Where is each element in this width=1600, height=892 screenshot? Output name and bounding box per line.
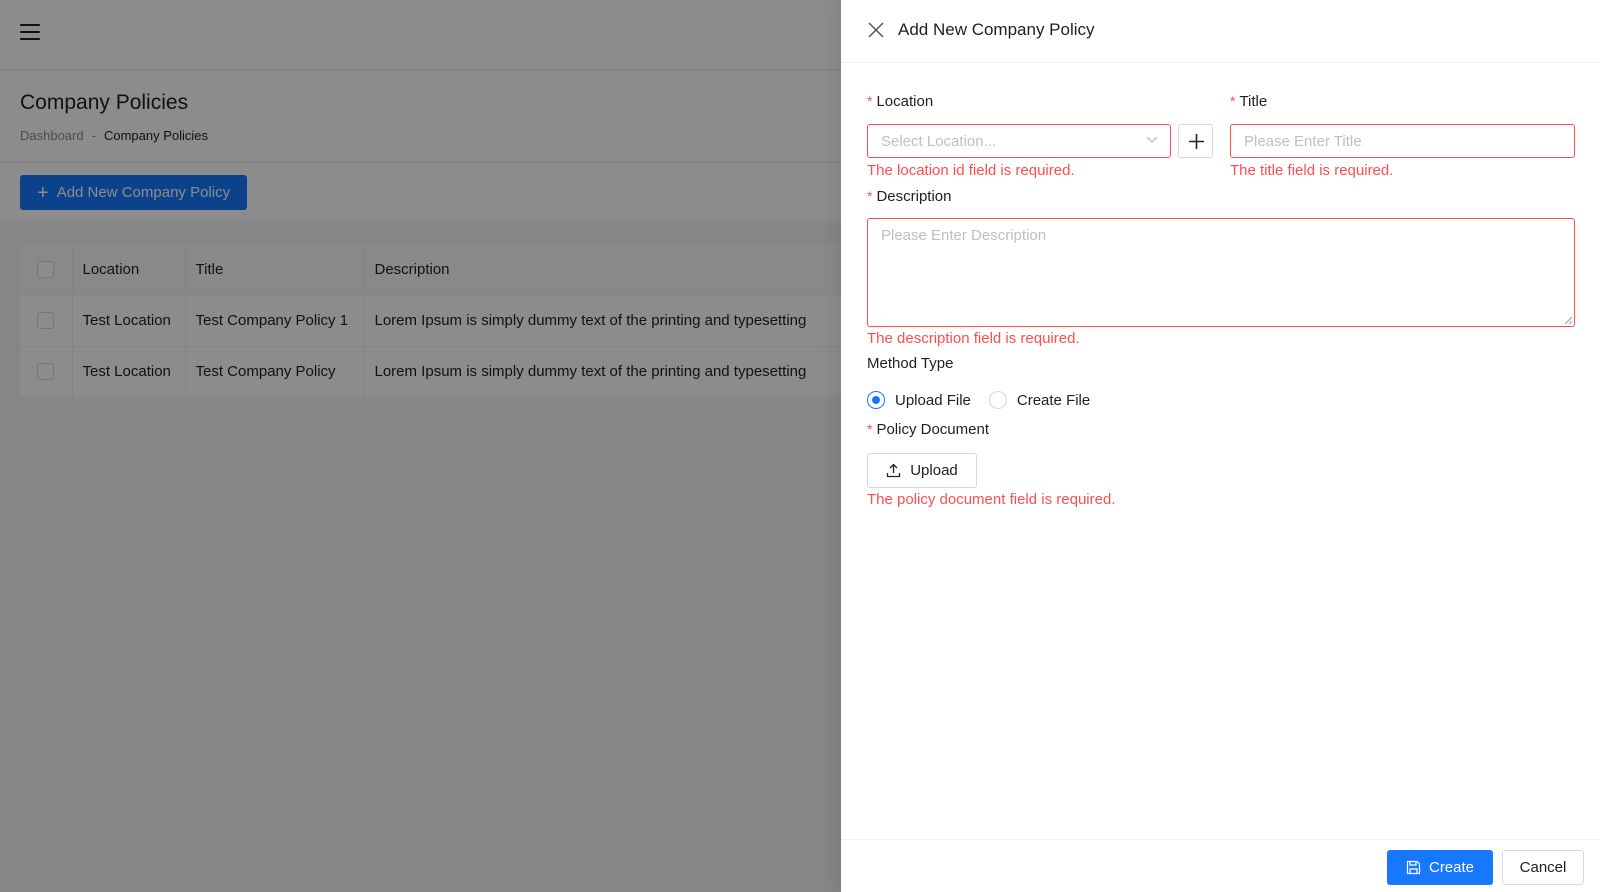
radio-upload-file[interactable]: Upload File (867, 391, 971, 409)
radio-create-file[interactable]: Create File (988, 391, 1091, 409)
required-mark: * (867, 188, 873, 204)
plus-icon (1189, 134, 1204, 149)
upload-button[interactable]: Upload (867, 453, 977, 488)
required-mark: * (867, 93, 873, 109)
cancel-button[interactable]: Cancel (1502, 850, 1584, 885)
location-error: The location id field is required. (867, 162, 1075, 179)
required-mark: * (867, 421, 873, 437)
title-label-text: Title (1239, 93, 1268, 110)
save-icon (1406, 860, 1421, 875)
chevron-down-icon (1146, 136, 1158, 143)
drawer-title: Add New Company Policy (898, 20, 1095, 39)
add-policy-drawer: Add New Company Policy * Location Select … (841, 0, 1600, 892)
upload-icon (887, 463, 901, 478)
title-input[interactable] (1230, 124, 1575, 158)
method-type-label: Method Type (867, 355, 954, 372)
title-label: * Title (1230, 93, 1267, 110)
resize-grip-icon[interactable] (1564, 316, 1573, 325)
title-error: The title field is required. (1230, 162, 1394, 179)
drawer-header: Add New Company Policy (841, 0, 1600, 63)
description-label-text: Description (876, 188, 952, 205)
radio-upload-file-circle[interactable] (867, 391, 885, 409)
required-mark: * (1230, 93, 1236, 109)
create-button-label: Create (1428, 859, 1475, 876)
description-error: The description field is required. (867, 330, 1080, 347)
radio-create-file-circle[interactable] (988, 391, 1007, 409)
location-select[interactable]: Select Location... (867, 124, 1171, 158)
location-label-text: Location (876, 93, 934, 110)
add-location-button[interactable] (1178, 124, 1213, 158)
description-textarea[interactable] (867, 218, 1575, 327)
policy-document-label-text: Policy Document (876, 421, 989, 438)
description-label: * Description (867, 188, 951, 205)
radio-create-file-label: Create File (1016, 391, 1091, 409)
close-icon[interactable] (867, 21, 885, 39)
policy-document-label: * Policy Document (867, 421, 989, 438)
location-label: * Location (867, 93, 933, 110)
create-button[interactable]: Create (1387, 850, 1493, 885)
upload-button-label: Upload (910, 462, 958, 479)
location-select-placeholder: Select Location... (881, 133, 997, 150)
method-type-radio-group: Upload File Create File (867, 391, 1108, 409)
radio-upload-file-label: Upload File (895, 391, 971, 409)
policy-document-error: The policy document field is required. (867, 491, 1116, 508)
drawer-footer: Create Cancel (841, 839, 1600, 892)
